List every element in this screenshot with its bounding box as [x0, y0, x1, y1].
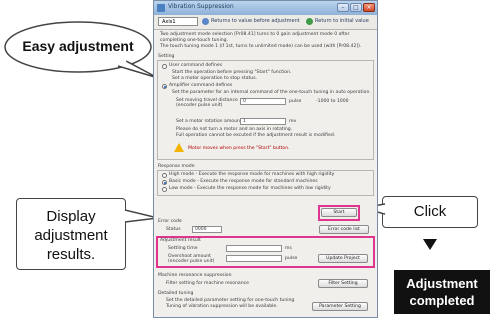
completed-line-2: completed	[409, 293, 475, 308]
display-results-callout: Display adjustment results.	[16, 198, 126, 270]
machine-resonance-label: Machine resonance suppression	[158, 273, 232, 278]
minimize-button[interactable]: –	[337, 3, 349, 12]
adjustment-completed-badge: Adjustment completed	[394, 270, 490, 314]
overshoot-sub: (encoder pulse unit)	[168, 259, 215, 264]
rotation-amount-unit: rev	[289, 119, 297, 124]
easy-adjustment-callout: Easy adjustment	[22, 38, 134, 54]
warning-icon	[174, 143, 184, 152]
travel-distance-sub: (encoder pulse unit)	[176, 103, 223, 108]
high-mode-label: High mode - Execute the response mode fo…	[169, 172, 335, 177]
basic-mode-radio[interactable]	[162, 180, 167, 185]
toolbar: Axis1 Returns to value before adjustment…	[154, 15, 377, 30]
undo-icon[interactable]	[202, 18, 209, 25]
vibration-suppression-window: Vibration Suppression – □ × Axis1 Return…	[153, 0, 378, 318]
return-before-adjustment-link[interactable]: Returns to value before adjustment	[211, 17, 300, 26]
window-content: Two adjustment mode selection [Pr08.41] …	[154, 30, 377, 317]
display-line-3: results.	[46, 246, 96, 263]
down-arrow-icon	[423, 239, 437, 250]
low-mode-label: Low mode - Execute the response mode for…	[169, 186, 331, 191]
adjustment-result-label: Adjustment result	[160, 238, 201, 243]
settling-time-unit: ms	[285, 246, 292, 251]
start-button[interactable]: Start	[321, 208, 357, 217]
overshoot-value	[226, 255, 282, 262]
amplifier-command-radio[interactable]	[162, 84, 167, 89]
app-icon	[157, 4, 165, 12]
detailed-tuning-label: Detailed tuning	[158, 291, 194, 296]
error-code-list-button[interactable]: Error code list	[319, 225, 369, 234]
completed-line-1: Adjustment	[406, 276, 478, 291]
rotation-amount-input[interactable]: 1	[240, 118, 286, 125]
return-initial-link[interactable]: Return to initial value	[315, 17, 369, 26]
travel-distance-unit: pulse	[289, 99, 302, 104]
note-line-2: Full operation cannot be excuted if the …	[176, 133, 336, 138]
axis-select[interactable]: Axis1	[158, 17, 198, 26]
title-bar: Vibration Suppression – □ ×	[154, 1, 377, 15]
status-value: 0000	[192, 226, 222, 233]
travel-distance-range: -1000 to 1000	[316, 99, 349, 104]
basic-mode-label: Basic mode - Execute the response mode f…	[169, 179, 318, 184]
error-code-label: Error code	[158, 219, 182, 224]
setting-group: User command defines Start the operation…	[157, 60, 374, 160]
update-project-button[interactable]: Update Project	[318, 254, 368, 263]
settling-time-label: Settling time	[168, 246, 198, 251]
machine-resonance-desc: Filter setting for machine resonance	[166, 281, 250, 286]
display-line-2: adjustment	[34, 227, 108, 244]
detailed-tuning-desc-2: Tuning of vibration suppression will be …	[166, 304, 278, 309]
window-title: Vibration Suppression	[168, 3, 234, 10]
maximize-button[interactable]: □	[350, 3, 362, 12]
filter-setting-button[interactable]: Filter Setting	[318, 279, 368, 288]
response-mode-group: High mode - Execute the response mode fo…	[157, 170, 374, 196]
settling-time-value	[226, 245, 282, 252]
user-command-desc-2: Set a motor operation to stop status.	[172, 76, 258, 81]
rotation-amount-label: Set a motor rotation amount	[176, 119, 242, 124]
display-line-1: Display	[46, 208, 96, 225]
parameter-setting-button[interactable]: Parameter Setting	[312, 302, 368, 311]
overshoot-unit: pulse	[285, 256, 298, 261]
status-label: Status	[166, 227, 181, 232]
intro-line-3: The touch tuning mode 1 (if 1st, turns t…	[160, 44, 362, 49]
close-button[interactable]: ×	[363, 3, 375, 12]
low-mode-radio[interactable]	[162, 187, 167, 192]
amplifier-command-label: Amplifier command defines	[169, 83, 233, 88]
travel-distance-input[interactable]: 0	[240, 98, 286, 105]
user-command-radio[interactable]	[162, 64, 167, 69]
amplifier-command-desc: Set the parameter for an internal comman…	[172, 90, 371, 95]
user-command-label: User command defines	[169, 63, 223, 68]
warning-text: Motor moves when press the "Start" butto…	[188, 146, 290, 151]
reset-icon[interactable]	[306, 18, 313, 25]
high-mode-radio[interactable]	[162, 173, 167, 178]
click-callout: Click	[382, 196, 478, 228]
